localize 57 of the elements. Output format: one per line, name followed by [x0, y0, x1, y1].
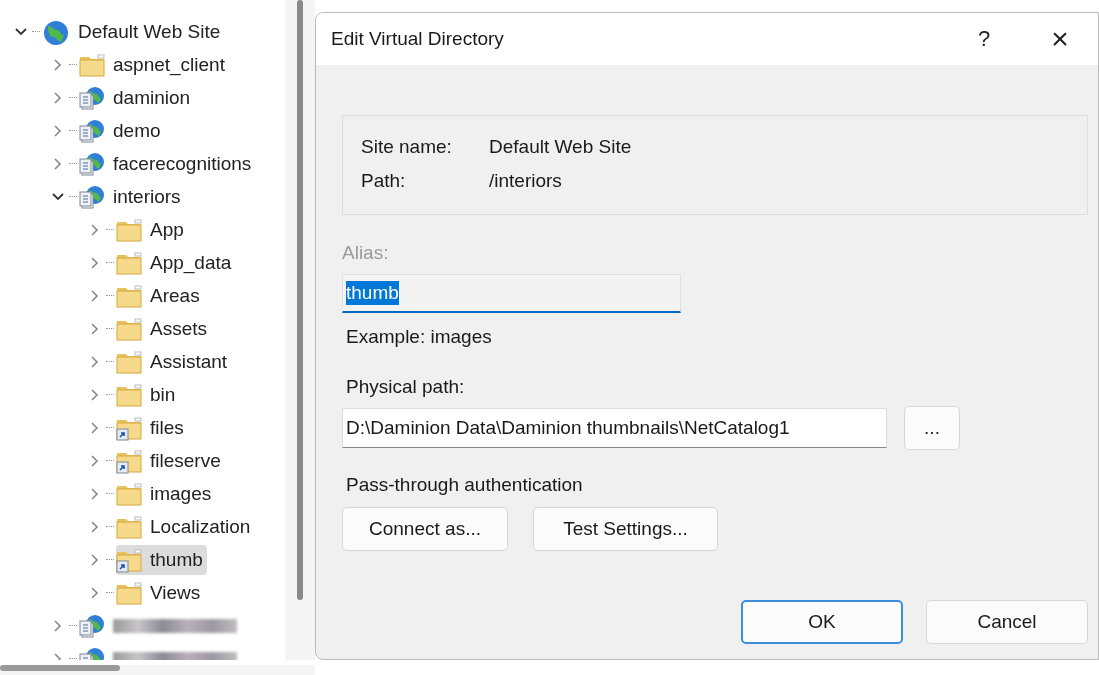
globe-icon [42, 18, 70, 45]
example-text: Example: images [345, 326, 493, 348]
scrollbar-thumb[interactable] [0, 665, 120, 671]
alias-label: Alias: [342, 242, 390, 264]
close-button[interactable]: × [1022, 19, 1098, 59]
field-label: Path: [361, 170, 407, 192]
folder-shortcut-icon [116, 414, 142, 441]
folder-shortcut-icon [116, 546, 142, 573]
tree-item[interactable]: Localization [116, 511, 255, 542]
tree-item[interactable]: Views [116, 577, 205, 608]
field-label: Site name: [361, 136, 453, 158]
tree-item[interactable]: Areas [116, 280, 204, 311]
tree-item[interactable]: images [116, 478, 216, 509]
globe-page-icon [79, 150, 105, 177]
cancel-button[interactable]: Cancel [926, 600, 1088, 644]
tree-item[interactable]: Assistant [116, 346, 232, 377]
tree-item[interactable]: Assets [116, 313, 212, 344]
tree-item[interactable]: files [116, 412, 188, 443]
globe-page-icon [79, 612, 105, 639]
folder-icon [116, 480, 142, 507]
test-settings-button[interactable]: Test Settings... [533, 507, 718, 551]
folder-icon [116, 282, 142, 309]
tree-item[interactable]: facerecognitions [79, 148, 256, 179]
physical-path-label: Physical path: [345, 376, 466, 398]
tree-item[interactable]: thumb [116, 544, 207, 575]
globe-page-icon [79, 84, 105, 111]
folder-icon [116, 381, 142, 408]
tree-item[interactable]: aspnet_client [79, 49, 229, 80]
tree-item[interactable]: Default Web Site [42, 16, 225, 47]
globe-page-icon [79, 183, 105, 210]
ok-button[interactable]: OK [741, 600, 903, 644]
tree-item[interactable]: demo [79, 115, 165, 146]
folder-icon [79, 51, 105, 78]
folder-icon [116, 216, 142, 243]
folder-icon [116, 579, 142, 606]
physical-path-field[interactable]: D:\Daminion Data\Daminion thumbnails\NetCatalog1 [342, 408, 887, 448]
help-button[interactable]: ? [946, 19, 1022, 59]
folder-icon [116, 315, 142, 342]
window-title: Edit Virtual Directory [331, 28, 504, 50]
tree-item[interactable]: daminion [79, 82, 195, 113]
alias-input-field[interactable]: thumb [342, 274, 681, 313]
browse-button[interactable]: ... [904, 406, 960, 450]
tree-item[interactable]: bin [116, 379, 180, 410]
folder-icon [116, 513, 142, 540]
auth-label: Pass-through authentication [345, 474, 584, 496]
globe-page-icon [79, 117, 105, 144]
folder-icon [116, 348, 142, 375]
tree-item[interactable]: App_data [116, 247, 236, 278]
scrollbar-thumb[interactable] [297, 0, 303, 600]
field-value: /interiors [489, 170, 563, 192]
tree-item[interactable]: App [116, 214, 188, 245]
field-value: Default Web Site [489, 136, 633, 158]
folder-icon [116, 249, 142, 276]
tree-item[interactable]: fileserve [116, 445, 225, 476]
connect-as-button[interactable]: Connect as... [342, 507, 508, 551]
tree-item[interactable]: interiors [79, 181, 185, 212]
folder-shortcut-icon [116, 447, 142, 474]
